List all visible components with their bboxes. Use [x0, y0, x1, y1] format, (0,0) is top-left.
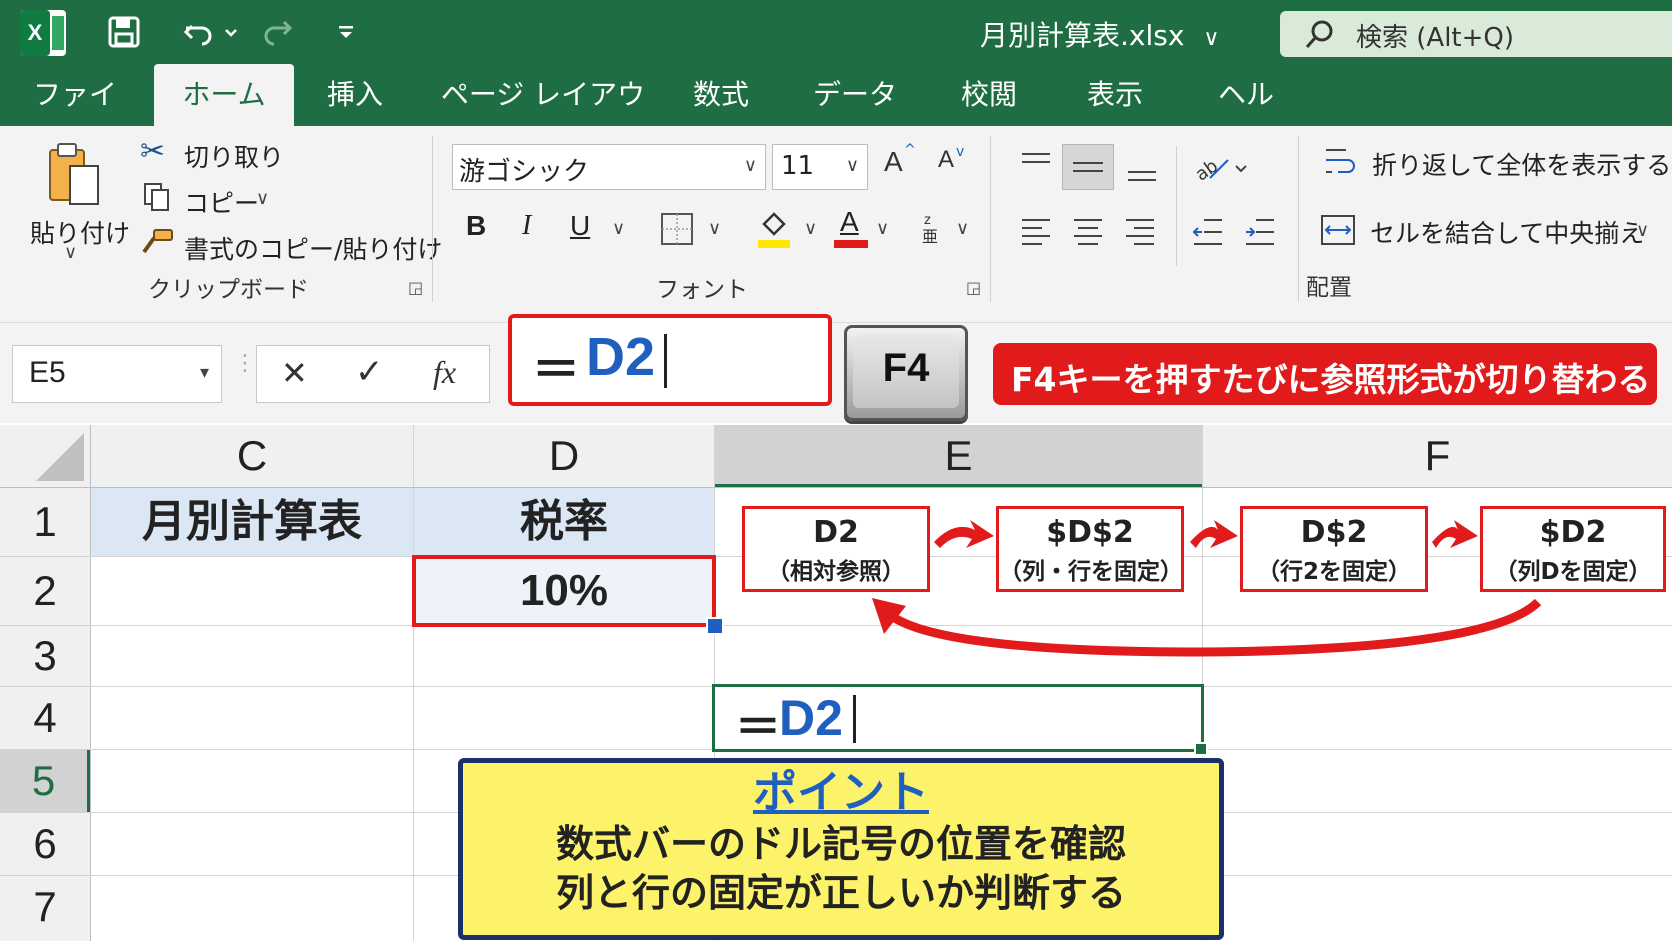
point-line-1: 数式バーのドル記号の位置を確認	[555, 822, 1126, 866]
arrow-right-icon	[934, 520, 1478, 548]
point-line-2: 列と行の固定が正しいか判断する	[555, 871, 1126, 915]
point-title: ポイント	[753, 767, 929, 818]
point-box: ポイント 数式バーのドル記号の位置を確認 列と行の固定が正しいか判断する	[458, 758, 1224, 940]
arrowhead-icon	[872, 598, 906, 634]
return-arrow	[887, 598, 1542, 657]
